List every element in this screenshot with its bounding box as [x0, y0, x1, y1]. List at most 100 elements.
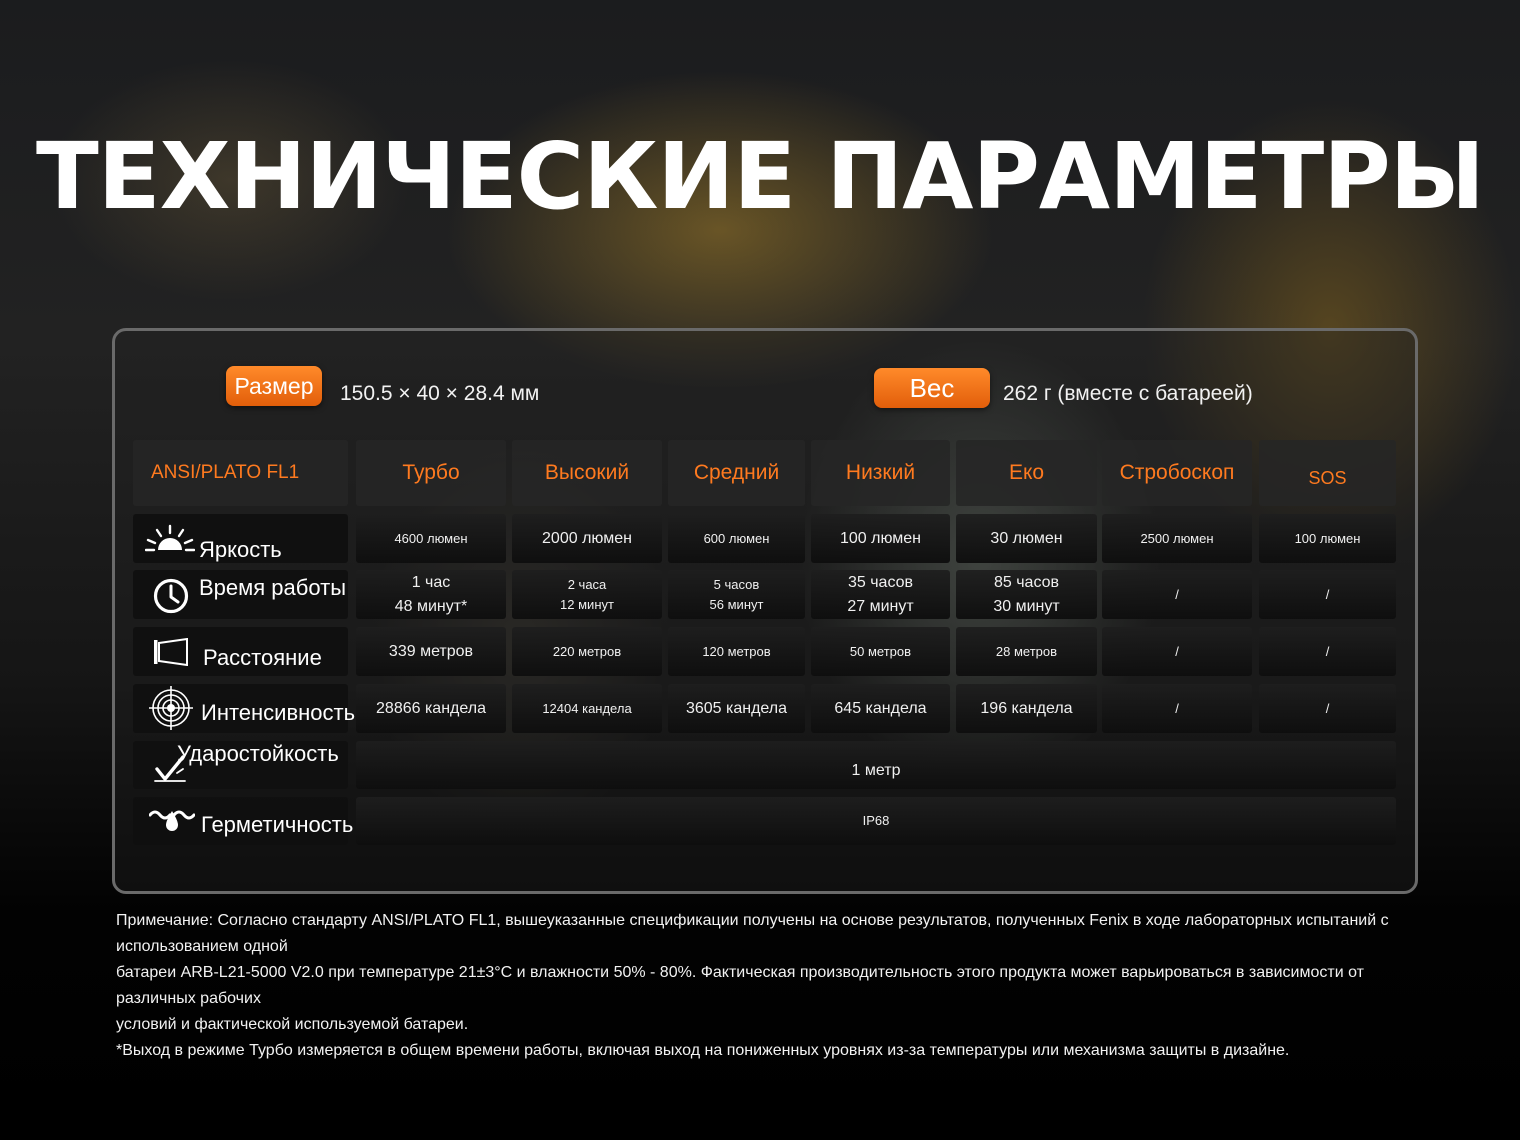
footnote-line: условий и фактической используемой батар…	[116, 1016, 469, 1033]
table-cell: 5 часов 56 минут	[668, 570, 805, 619]
impact-value-cell: 1 метр	[356, 741, 1396, 789]
waterproof-value: IP68	[862, 813, 890, 828]
table-cell: 600 люмен	[668, 514, 805, 563]
mode-label: Еко	[1008, 461, 1045, 484]
table-cell: /	[1259, 570, 1396, 619]
table-cell: /	[1102, 627, 1252, 676]
table-cell-lines: 1 час 48 минут*	[395, 571, 468, 619]
row-label-runtime: Время работы	[133, 570, 348, 619]
table-cell-value: 100 люмен	[1294, 530, 1361, 546]
row-label-text: Время работы	[199, 575, 347, 600]
target-icon	[149, 686, 193, 730]
table-cell: 339 метров	[356, 627, 506, 676]
table-cell-lines: /	[1326, 585, 1330, 605]
table-cell: 120 метров	[668, 627, 805, 676]
table-cell-lines: 85 часов 30 минут	[993, 571, 1059, 619]
table-cell-value: 28 метров	[995, 643, 1058, 659]
row-label-waterproof: Герметичность	[133, 797, 353, 845]
table-cell-value: 50 метров	[849, 643, 912, 659]
table-cell-lines: 5 часов 56 минут	[710, 575, 764, 615]
mode-header: Средний	[668, 440, 805, 506]
mode-label: Стробоскоп	[1119, 461, 1235, 484]
table-cell-value: 196 кандела	[980, 699, 1073, 717]
mode-label: Турбо	[402, 461, 460, 484]
table-cell-value: 30 люмен	[990, 529, 1063, 547]
table-cell-value: 120 метров	[702, 643, 771, 659]
page-title: ТЕХНИЧЕСКИЕ ПАРАМЕТРЫ	[35, 123, 1485, 230]
mode-header: Низкий	[811, 440, 950, 506]
table-cell-line: /	[1175, 586, 1179, 602]
table-cell-value: 4600 люмен	[394, 530, 468, 546]
table-cell-value: 600 люмен	[703, 530, 770, 546]
table-cell: 645 кандела	[811, 684, 950, 733]
table-cell-lines: /	[1175, 585, 1179, 605]
table-cell-line: 56 минут	[709, 596, 764, 612]
table-cell-line: 12 минут	[560, 596, 614, 612]
table-cell: /	[1102, 684, 1252, 733]
mode-header: Стробоскоп	[1102, 440, 1252, 506]
clock-icon	[153, 578, 189, 614]
table-cell: 85 часов 30 минут	[956, 570, 1097, 619]
waterproof-value-cell: IP68	[356, 797, 1396, 845]
table-cell: /	[1259, 627, 1396, 676]
table-cell-value: 2500 люмен	[1140, 530, 1214, 546]
brightness-icon	[145, 524, 195, 552]
row-label-brightness: Яркость	[133, 514, 348, 563]
table-cell: 196 кандела	[956, 684, 1097, 733]
row-label-text: Интенсивность	[201, 700, 356, 725]
footnote-line: Примечание: Согласно стандарту ANSI/PLAT…	[116, 912, 1389, 955]
footnote-line: батареи ARB-L21-5000 V2.0 при температур…	[116, 964, 1364, 1007]
mode-header: Еко	[956, 440, 1097, 506]
mode-header: Турбо	[356, 440, 506, 506]
row-label-distance: Расстояние	[133, 627, 348, 676]
table-cell-value: 3605 кандела	[685, 699, 788, 717]
table-cell: 30 люмен	[956, 514, 1097, 563]
mode-header: SOS	[1259, 440, 1396, 506]
row-label-impact: Ударостойкость	[133, 741, 348, 789]
beam-distance-icon	[154, 638, 188, 666]
size-value: 150.5 × 40 × 28.4 мм	[340, 382, 540, 405]
table-cell: /	[1102, 570, 1252, 619]
mode-label: Высокий	[544, 461, 630, 484]
table-cell: 2500 люмен	[1102, 514, 1252, 563]
table-cell: 12404 кандела	[512, 684, 662, 733]
table-cell-lines: 35 часов 27 минут	[847, 571, 913, 619]
table-cell-lines: 2 часа 12 минут	[560, 575, 614, 615]
table-cell-line: 27 минут	[847, 597, 914, 615]
table-cell-line: 1 час	[411, 573, 451, 591]
table-cell: 28866 кандела	[356, 684, 506, 733]
table-cell: 100 люмен	[811, 514, 950, 563]
footnote: Примечание: Согласно стандарту ANSI/PLAT…	[116, 908, 1416, 1064]
table-cell: 35 часов 27 минут	[811, 570, 950, 619]
table-cell: 100 люмен	[1259, 514, 1396, 563]
mode-label: Низкий	[845, 461, 916, 484]
table-cell-value: /	[1325, 643, 1330, 659]
footnote-line: *Выход в режиме Турбо измеряется в общем…	[116, 1042, 1290, 1059]
table-cell: 2 часа 12 минут	[512, 570, 662, 619]
table-cell-value: /	[1175, 700, 1179, 716]
table-cell-value: 12404 кандела	[542, 700, 632, 716]
table-cell-line: /	[1325, 586, 1330, 602]
mode-label: Средний	[693, 461, 780, 484]
table-cell-line: 85 часов	[993, 573, 1060, 591]
row-label-text: Герметичность	[201, 812, 354, 837]
table-cell-value: 645 кандела	[834, 699, 927, 717]
table-cell-value: /	[1325, 700, 1330, 716]
mode-header: Высокий	[512, 440, 662, 506]
table-cell-value: 28866 кандела	[376, 699, 486, 717]
table-cell: 2000 люмен	[512, 514, 662, 563]
table-cell: 28 метров	[956, 627, 1097, 676]
table-cell: 220 метров	[512, 627, 662, 676]
waterproof-icon	[149, 810, 195, 831]
weight-value: 262 г (вместе с батареей)	[1003, 382, 1253, 405]
size-badge: Размер	[226, 366, 322, 406]
table-corner-label: ANSI/PLATO FL1	[151, 462, 300, 483]
table-cell-value: /	[1175, 643, 1179, 659]
row-label-text: Расстояние	[203, 645, 322, 670]
table-cell: 4600 люмен	[356, 514, 506, 563]
table-cell: 3605 кандела	[668, 684, 805, 733]
table-cell-line: 2 часа	[567, 576, 607, 592]
table-corner-header: ANSI/PLATO FL1	[133, 440, 348, 506]
table-cell-line: 48 минут*	[394, 597, 468, 615]
table-cell-value: 100 люмен	[839, 529, 922, 547]
